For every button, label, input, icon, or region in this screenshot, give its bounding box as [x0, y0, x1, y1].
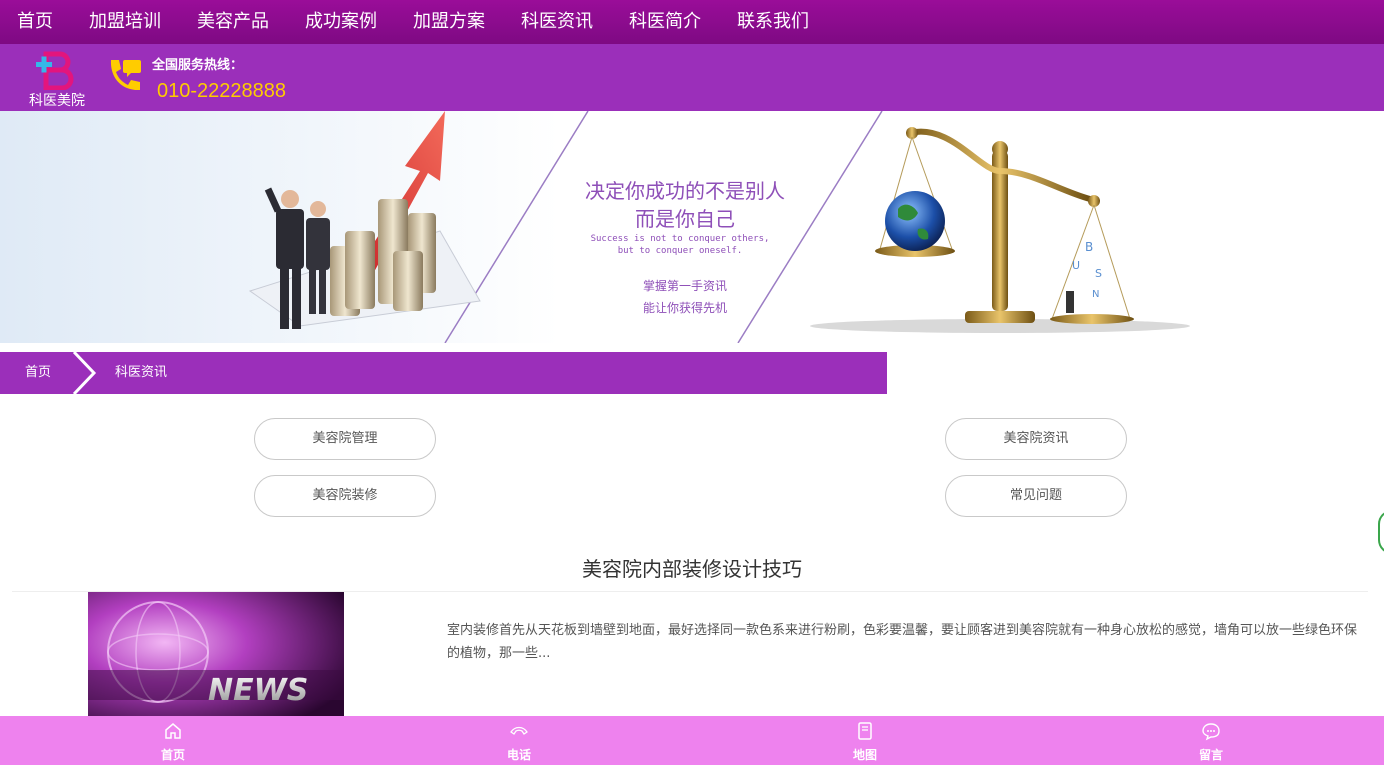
nav-item-home[interactable]: 首页 — [0, 0, 71, 44]
phone-icon — [110, 60, 141, 91]
nav-item-about[interactable]: 科医简介 — [611, 0, 719, 44]
banner-sub-line1: 掌握第一手资讯 — [642, 279, 727, 293]
bottom-bar: 首页 电话 地图 留言 — [0, 716, 1384, 765]
logo-mark-icon — [36, 51, 74, 91]
banner-headline-line1: 决定你成功的不是别人 — [585, 179, 785, 203]
category-salon-management[interactable]: 美容院管理 — [254, 418, 436, 460]
banner-english: Success is not to conquer others, but to… — [560, 233, 800, 257]
map-icon — [858, 722, 872, 740]
banner-sub-line2: 能让你获得先机 — [642, 301, 727, 315]
category-salon-news[interactable]: 美容院资讯 — [945, 418, 1127, 460]
breadcrumb-home[interactable]: 首页 — [25, 352, 51, 394]
bottom-bar-home[interactable]: 首页 — [0, 716, 346, 765]
site-header: 科医美院 全国服务热线： 010-22228888 — [0, 44, 1384, 111]
home-icon — [165, 723, 181, 739]
banner-headline: 决定你成功的不是别人 而是你自己 — [540, 177, 830, 233]
svg-text:U: U — [1072, 259, 1080, 272]
hotline-label: 全国服务热线： — [152, 58, 244, 73]
hero-banner: B U S N 决定你成功的不是别人 而是你自己 Success is not … — [0, 111, 1384, 343]
svg-text:S: S — [1095, 267, 1102, 280]
banner-subtext: 掌握第一手资讯 能让你获得先机 — [580, 275, 790, 319]
site-logo[interactable]: 科医美院 — [22, 48, 92, 109]
message-icon — [1202, 723, 1220, 741]
top-nav: 首页 加盟培训 美容产品 成功案例 加盟方案 科医资讯 科医简介 联系我们 — [0, 0, 1384, 44]
nav-item-contact[interactable]: 联系我们 — [719, 0, 827, 44]
nav-item-cases[interactable]: 成功案例 — [287, 0, 395, 44]
phone-handset-icon — [510, 726, 528, 735]
svg-text:N: N — [1092, 289, 1099, 300]
bottom-bar-map[interactable]: 地图 — [692, 716, 1038, 765]
category-faq[interactable]: 常见问题 — [945, 475, 1127, 517]
bottom-bar-message-label: 留言 — [1198, 748, 1223, 762]
banner-english-line1: Success is not to conquer others, — [590, 234, 770, 244]
nav-item-plans[interactable]: 加盟方案 — [395, 0, 503, 44]
bottom-bar-phone-label: 电话 — [506, 748, 531, 762]
bottom-bar-phone[interactable]: 电话 — [346, 716, 692, 765]
bottom-bar-map-label: 地图 — [852, 748, 877, 762]
logo-text: 科医美院 — [29, 93, 85, 109]
svg-text:B: B — [1085, 240, 1093, 254]
bottom-bar-message[interactable]: 留言 — [1038, 716, 1384, 765]
article-thumbnail[interactable]: NEWS — [88, 592, 344, 718]
article-excerpt: 室内装修首先从天花板到墙壁到地面，最好选择同一款色系来进行粉刷，色彩要温馨，要让… — [447, 623, 1358, 661]
banner-english-line2: but to conquer oneself. — [617, 246, 743, 256]
thumbnail-news-text: NEWS — [208, 673, 308, 708]
nav-item-training[interactable]: 加盟培训 — [71, 0, 179, 44]
breadcrumb: 首页 科医资讯 — [0, 352, 887, 394]
chevron-right-icon — [72, 352, 97, 394]
nav-item-products[interactable]: 美容产品 — [179, 0, 287, 44]
side-widget-tab[interactable] — [1378, 510, 1384, 554]
banner-headline-line2: 而是你自己 — [635, 207, 735, 231]
news-thumbnail-image: NEWS — [88, 592, 344, 718]
nav-item-news[interactable]: 科医资讯 — [503, 0, 611, 44]
bottom-bar-home-label: 首页 — [160, 748, 185, 762]
breadcrumb-current: 科医资讯 — [115, 365, 168, 380]
hotline-number[interactable]: 010-22228888 — [157, 80, 286, 103]
article-title[interactable]: 美容院内部装修设计技巧 — [0, 553, 1384, 582]
category-salon-decoration[interactable]: 美容院装修 — [254, 475, 436, 517]
